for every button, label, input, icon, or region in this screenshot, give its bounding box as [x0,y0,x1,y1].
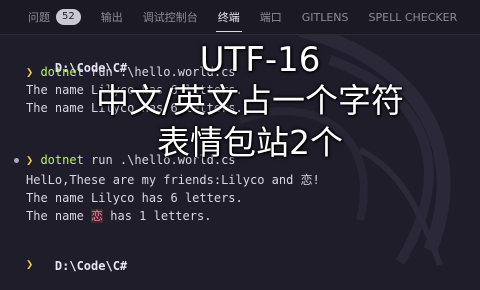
tab-problems[interactable]: 问题 52 [0,0,91,34]
terminal-prompt: D:\Code\C# [54,259,128,273]
terminal-output-line: HelLo,These are my friends:Lilyco and 恋! [26,173,320,187]
panel-tab-bar: 问题 52 输出 调试控制台 终端 端口 GITLENS SPELL CHECK… [0,0,480,35]
tab-debug-console-label: 调试控制台 [142,11,198,24]
tab-spell-checker-label: SPELL CHECKER [368,10,458,24]
tab-terminal-label: 终端 [217,11,240,24]
tab-ports[interactable]: 端口 [250,0,292,34]
prompt-chevron-icon: ❯ [26,65,41,79]
tab-problems-label: 问题 [28,11,50,24]
caption-line-1: UTF-16 [199,40,321,80]
command-decoration-icon[interactable] [14,158,19,163]
tab-gitlens-label: GITLENS [301,10,349,24]
problems-count-badge: 52 [56,9,81,25]
caption-line-2: 中文/英文占一个字符 [95,81,405,120]
terminal-output-line: The name Lilyco has 6 letters. [26,191,243,205]
tab-spell-checker[interactable]: SPELL CHECKER [359,0,468,34]
prompt-chevron-icon: ❯ [26,257,34,271]
video-caption-overlay: UTF-16 中文/英文占一个字符 表情包站2个 [50,40,450,164]
tab-debug-console[interactable]: 调试控制台 [133,0,208,34]
tab-output[interactable]: 输出 [91,0,133,34]
caption-line-3: 表情包站2个 [157,123,343,162]
tab-terminal[interactable]: 终端 [208,0,250,34]
tab-ports-label: 端口 [259,11,282,24]
terminal-output-line: The name 恋 has 1 letters. [26,209,212,223]
prompt-chevron-icon: ❯ [26,153,41,167]
highlighted-char: 恋 [91,209,104,223]
tab-output-label: 输出 [100,11,123,24]
tab-gitlens[interactable]: GITLENS [292,0,359,34]
